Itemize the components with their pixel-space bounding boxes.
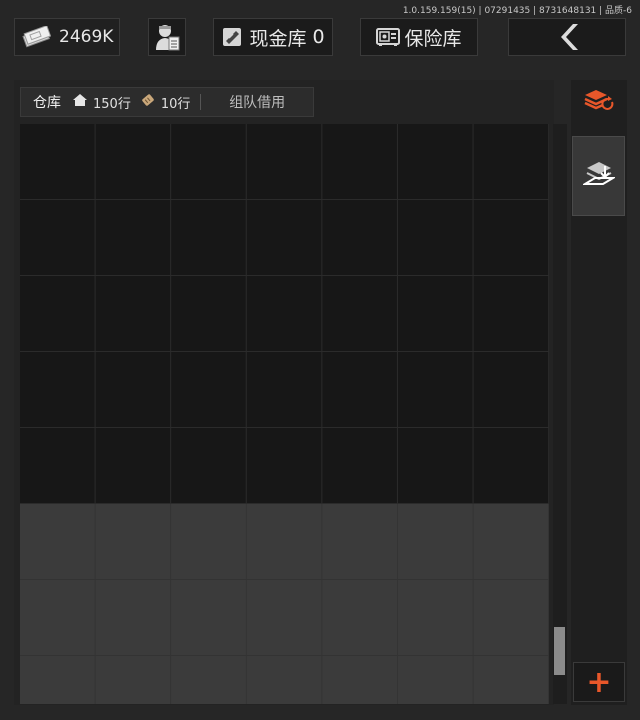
money-value: 2469K (59, 27, 114, 47)
voucher-icon (140, 92, 156, 112)
operator-button[interactable] (148, 18, 186, 56)
ticket-icon (221, 26, 243, 48)
chevron-left-icon (553, 22, 581, 52)
version-label: 1.0.159.159(15) | 07291435 | 8731648131 … (402, 6, 632, 16)
tab-warehouse[interactable]: 仓库 150行 10行 (21, 88, 190, 116)
warehouse-tab-bar: 仓库 150行 10行 组队借用 (20, 87, 314, 117)
house-icon (72, 93, 88, 111)
sort-button[interactable] (578, 85, 620, 119)
cash-vault-button[interactable]: 现金库 0 (213, 18, 333, 56)
tab-warehouse-label: 仓库 (33, 95, 61, 111)
money-display[interactable]: 2469K (14, 18, 120, 56)
cash-vault-count: 0 (312, 26, 325, 48)
cash-vault-label: 现金库 (249, 27, 307, 50)
stack-sort-icon (583, 87, 615, 117)
back-button[interactable] (508, 18, 626, 56)
bottom-edge (0, 705, 640, 720)
tab-team-borrow[interactable]: 组队借用 (201, 92, 313, 112)
safe-vault-button[interactable]: 保险库 (360, 18, 478, 56)
cash-stack-icon (21, 26, 51, 48)
plus-icon: + (586, 664, 612, 700)
scrollbar-thumb[interactable] (554, 627, 565, 675)
add-row-button[interactable]: + (573, 662, 625, 702)
operator-portrait-icon (153, 22, 181, 52)
scrollbar-track[interactable] (553, 124, 567, 704)
rows-value: 150行 (93, 96, 131, 112)
layers-download-icon (580, 158, 617, 194)
safe-box-icon (376, 27, 401, 47)
safe-vault-label: 保险库 (404, 27, 462, 50)
storage-grid-locked-area (20, 504, 549, 704)
deposit-button[interactable] (572, 136, 625, 216)
voucher-value: 10行 (160, 96, 191, 112)
